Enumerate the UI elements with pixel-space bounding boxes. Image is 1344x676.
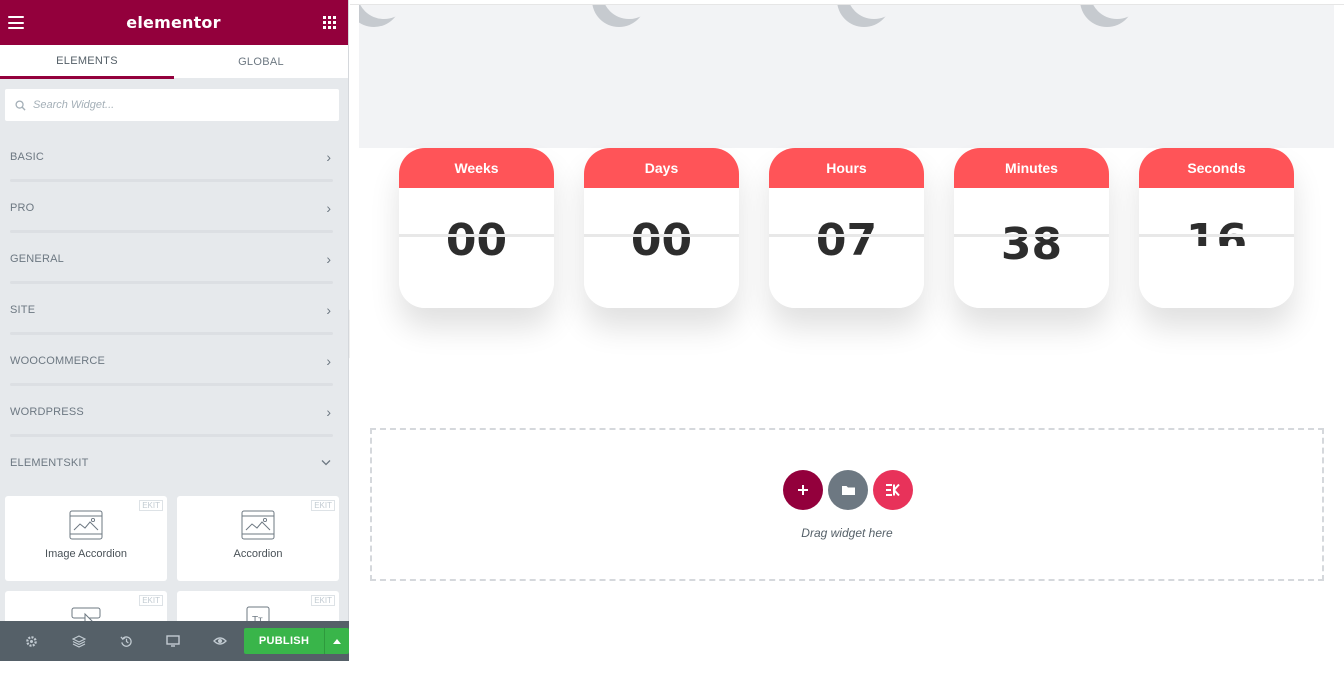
countdown-minutes: Minutes 38 <box>954 148 1109 308</box>
section-background <box>359 5 1334 148</box>
countdown-value: 00 <box>445 215 508 266</box>
elementskit-library-button[interactable] <box>873 470 913 510</box>
category-basic[interactable]: BASIC › <box>0 131 348 182</box>
category-label: SITE <box>10 303 36 316</box>
countdown-value: 16 <box>1185 220 1248 246</box>
countdown-label: Days <box>584 148 739 188</box>
preview-icon[interactable] <box>197 621 244 661</box>
panel-footer: PUBLISH <box>0 621 350 661</box>
search-input[interactable] <box>33 99 313 111</box>
settings-icon[interactable] <box>8 621 55 661</box>
category-label: BASIC <box>10 150 45 163</box>
countdown-value: 07 <box>815 215 878 266</box>
search-wrapper <box>0 79 348 131</box>
dropzone-actions <box>783 470 913 510</box>
image-accordion-icon <box>69 510 103 540</box>
countdown-seconds: Seconds 16 <box>1139 148 1294 308</box>
countdown-days: Days 00 <box>584 148 739 308</box>
dropzone-hint: Drag widget here <box>801 526 893 540</box>
preview-canvas: Weeks 00 Days 00 Hours 07 Minutes 38 Sec… <box>350 0 1344 661</box>
flip-divider <box>584 234 739 237</box>
widget-label: Image Accordion <box>45 548 127 560</box>
flip-divider <box>769 234 924 237</box>
category-elementskit[interactable]: ELEMENTSKIT <box>0 437 348 488</box>
ekit-badge: EKIT <box>139 500 163 511</box>
add-section-button[interactable] <box>783 470 823 510</box>
chevron-right-icon: › <box>326 301 331 318</box>
countdown-label: Hours <box>769 148 924 188</box>
category-label: ELEMENTSKIT <box>10 456 89 469</box>
empty-section-dropzone[interactable]: Drag widget here <box>370 428 1324 581</box>
widget-image-accordion[interactable]: EKIT Image Accordion <box>5 496 167 581</box>
tab-global[interactable]: GLOBAL <box>174 45 348 79</box>
flip-divider <box>399 234 554 237</box>
chevron-down-icon <box>321 460 331 466</box>
publish-button[interactable]: PUBLISH <box>244 628 325 654</box>
widget-accordion[interactable]: EKIT Accordion <box>177 496 339 581</box>
responsive-icon[interactable] <box>150 621 197 661</box>
flip-divider <box>1139 234 1294 237</box>
ekit-badge: EKIT <box>311 500 335 511</box>
panel-header: elementor <box>0 0 348 45</box>
add-template-button[interactable] <box>828 470 868 510</box>
countdown-value: 38 <box>1000 219 1063 270</box>
plus-icon <box>798 485 808 495</box>
countdown-label: Weeks <box>399 148 554 188</box>
publish-group: PUBLISH <box>244 628 350 654</box>
countdown-weeks: Weeks 00 <box>399 148 554 308</box>
chevron-right-icon: › <box>326 352 331 369</box>
history-icon[interactable] <box>102 621 149 661</box>
countdown-label: Seconds <box>1139 148 1294 188</box>
chevron-right-icon: › <box>326 148 331 165</box>
category-label: GENERAL <box>10 252 64 265</box>
countdown-hours: Hours 07 <box>769 148 924 308</box>
category-label: WORDPRESS <box>10 405 84 418</box>
category-wordpress[interactable]: WORDPRESS › <box>0 386 348 437</box>
chevron-right-icon: › <box>326 250 331 267</box>
search-icon <box>15 99 26 111</box>
category-label: WOOCOMMERCE <box>10 354 106 367</box>
widget-label: Accordion <box>233 548 283 560</box>
countdown-label: Minutes <box>954 148 1109 188</box>
elementskit-icon <box>886 483 900 497</box>
category-general[interactable]: GENERAL › <box>0 233 348 284</box>
category-label: PRO <box>10 201 35 214</box>
caret-up-icon <box>333 638 342 644</box>
ekit-badge: EKIT <box>139 595 163 606</box>
countdown-value: 00 <box>630 215 693 266</box>
brand-logo: elementor <box>126 13 221 32</box>
tab-elements[interactable]: ELEMENTS <box>0 45 174 79</box>
countdown-body <box>1139 188 1294 308</box>
menu-icon[interactable] <box>8 16 24 29</box>
category-woocommerce[interactable]: WOOCOMMERCE › <box>0 335 348 386</box>
accordion-icon <box>241 510 275 540</box>
flip-divider <box>954 234 1109 237</box>
folder-icon <box>841 486 855 495</box>
publish-options-button[interactable] <box>324 628 350 654</box>
chevron-right-icon: › <box>326 403 331 420</box>
category-site[interactable]: SITE › <box>0 284 348 335</box>
layers-icon[interactable] <box>55 621 102 661</box>
search-box <box>5 89 339 121</box>
chevron-right-icon: › <box>326 199 331 216</box>
category-pro[interactable]: PRO › <box>0 182 348 233</box>
ekit-badge: EKIT <box>311 595 335 606</box>
panel-tabs: ELEMENTS GLOBAL <box>0 45 348 79</box>
widgets-grid-icon[interactable] <box>323 16 336 29</box>
editor-panel: elementor ELEMENTS GLOBAL BASIC › PRO › … <box>0 0 350 676</box>
